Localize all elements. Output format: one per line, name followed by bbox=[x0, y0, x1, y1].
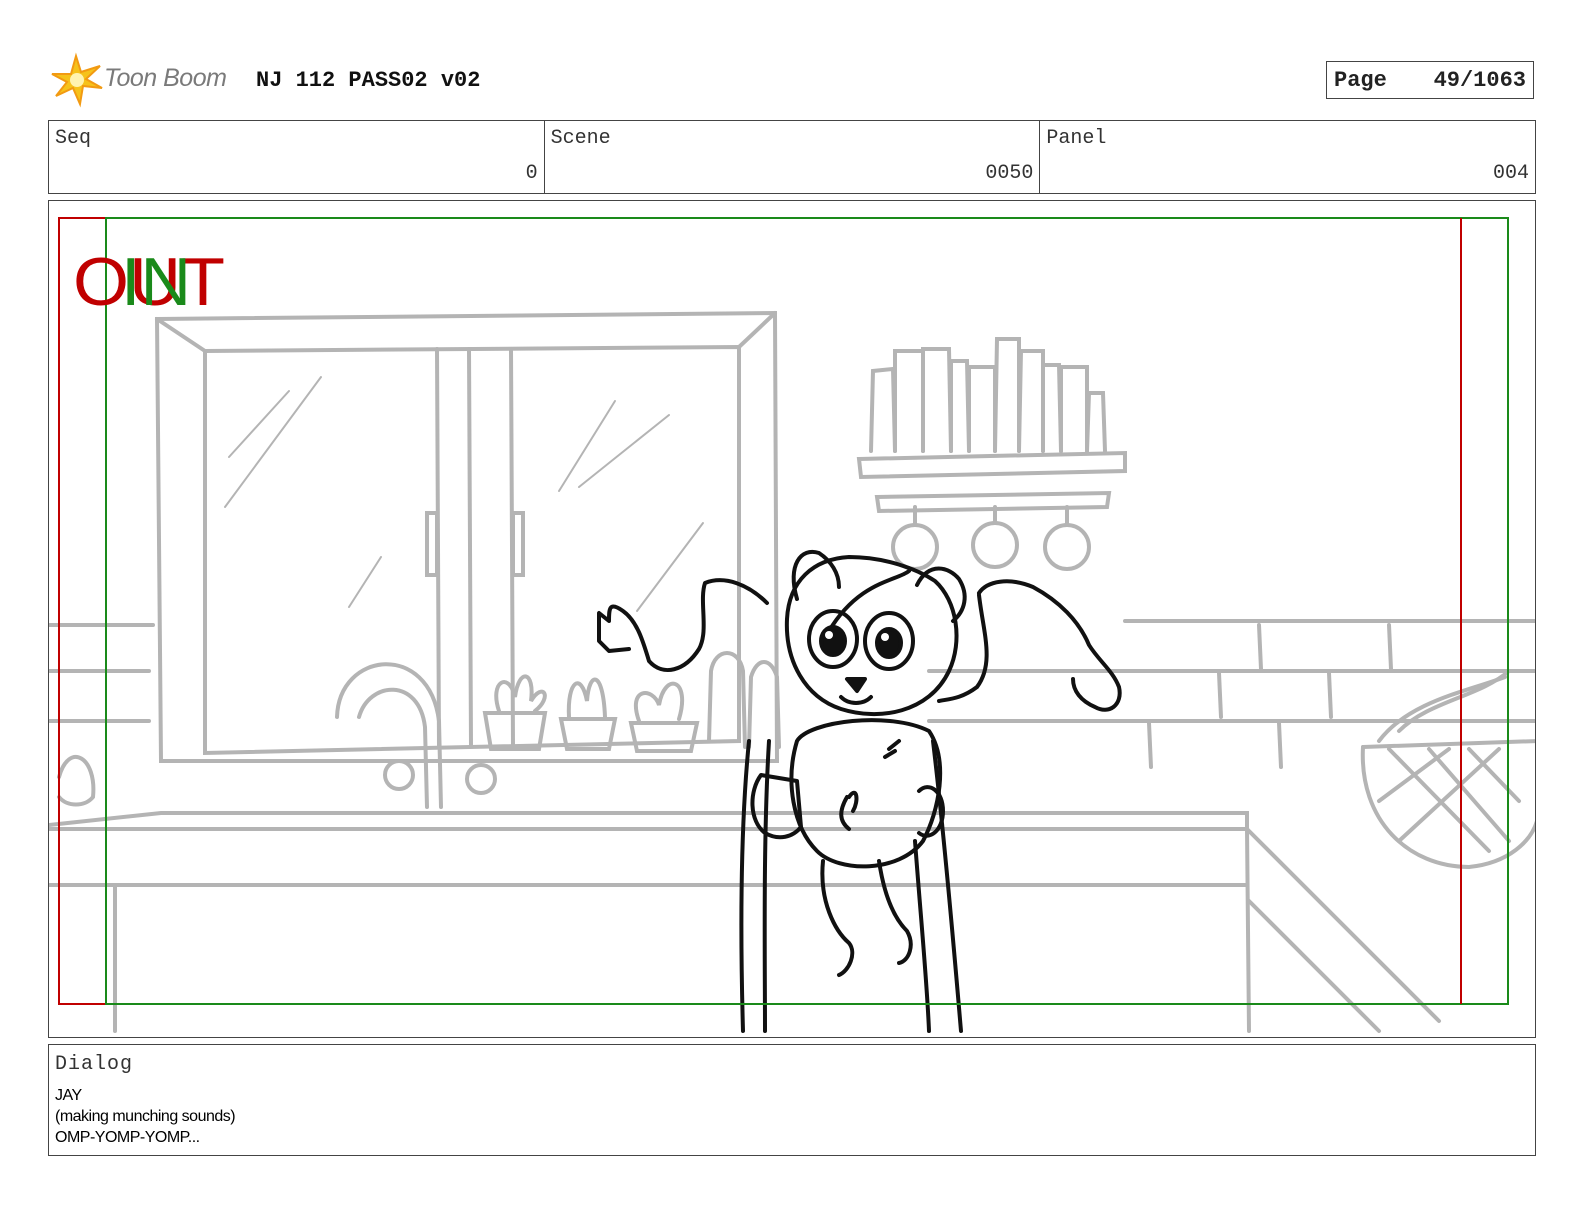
dialog-line-speech: OMP-YOMP-YOMP... bbox=[55, 1129, 200, 1146]
lemur-character-drawing bbox=[597, 549, 1122, 1033]
page-counter: Page 49/1063 bbox=[1326, 61, 1534, 99]
scene-label: Scene bbox=[550, 127, 611, 150]
scene-cell: Scene 0050 bbox=[545, 121, 1041, 193]
seq-label: Seq bbox=[55, 127, 92, 150]
document-title: NJ 112 PASS02 v02 bbox=[256, 68, 481, 93]
panel-label: Panel bbox=[1046, 127, 1107, 150]
kitchen-background-sketch bbox=[49, 310, 1535, 1033]
seq-value: 0 bbox=[525, 162, 538, 185]
dialog-line-speaker: JAY bbox=[55, 1087, 82, 1104]
storyboard-panel: OUT IN bbox=[48, 200, 1536, 1038]
panel-value: 004 bbox=[1493, 162, 1530, 185]
in-frame-label: IN bbox=[121, 244, 191, 320]
panel-info-row: Seq 0 Scene 0050 Panel 004 bbox=[48, 120, 1536, 194]
scene-value: 0050 bbox=[985, 162, 1034, 185]
toon-boom-logo: Toon Boom bbox=[50, 52, 240, 108]
storyboard-drawing: OUT IN bbox=[49, 217, 1535, 1033]
logo-text: Toon Boom bbox=[104, 64, 227, 92]
seq-cell: Seq 0 bbox=[49, 121, 545, 193]
page-label: Page bbox=[1334, 67, 1387, 93]
dialog-box: Dialog JAY (making munching sounds) OMP-… bbox=[48, 1044, 1536, 1156]
dialog-line-direction: (making munching sounds) bbox=[55, 1108, 236, 1125]
panel-cell: Panel 004 bbox=[1040, 121, 1535, 193]
dialog-text: JAY (making munching sounds) OMP-YOMP-YO… bbox=[55, 1085, 236, 1148]
page-value: 49/1063 bbox=[1433, 67, 1526, 93]
dialog-label: Dialog bbox=[55, 1053, 134, 1076]
star-burst-icon bbox=[51, 52, 103, 108]
